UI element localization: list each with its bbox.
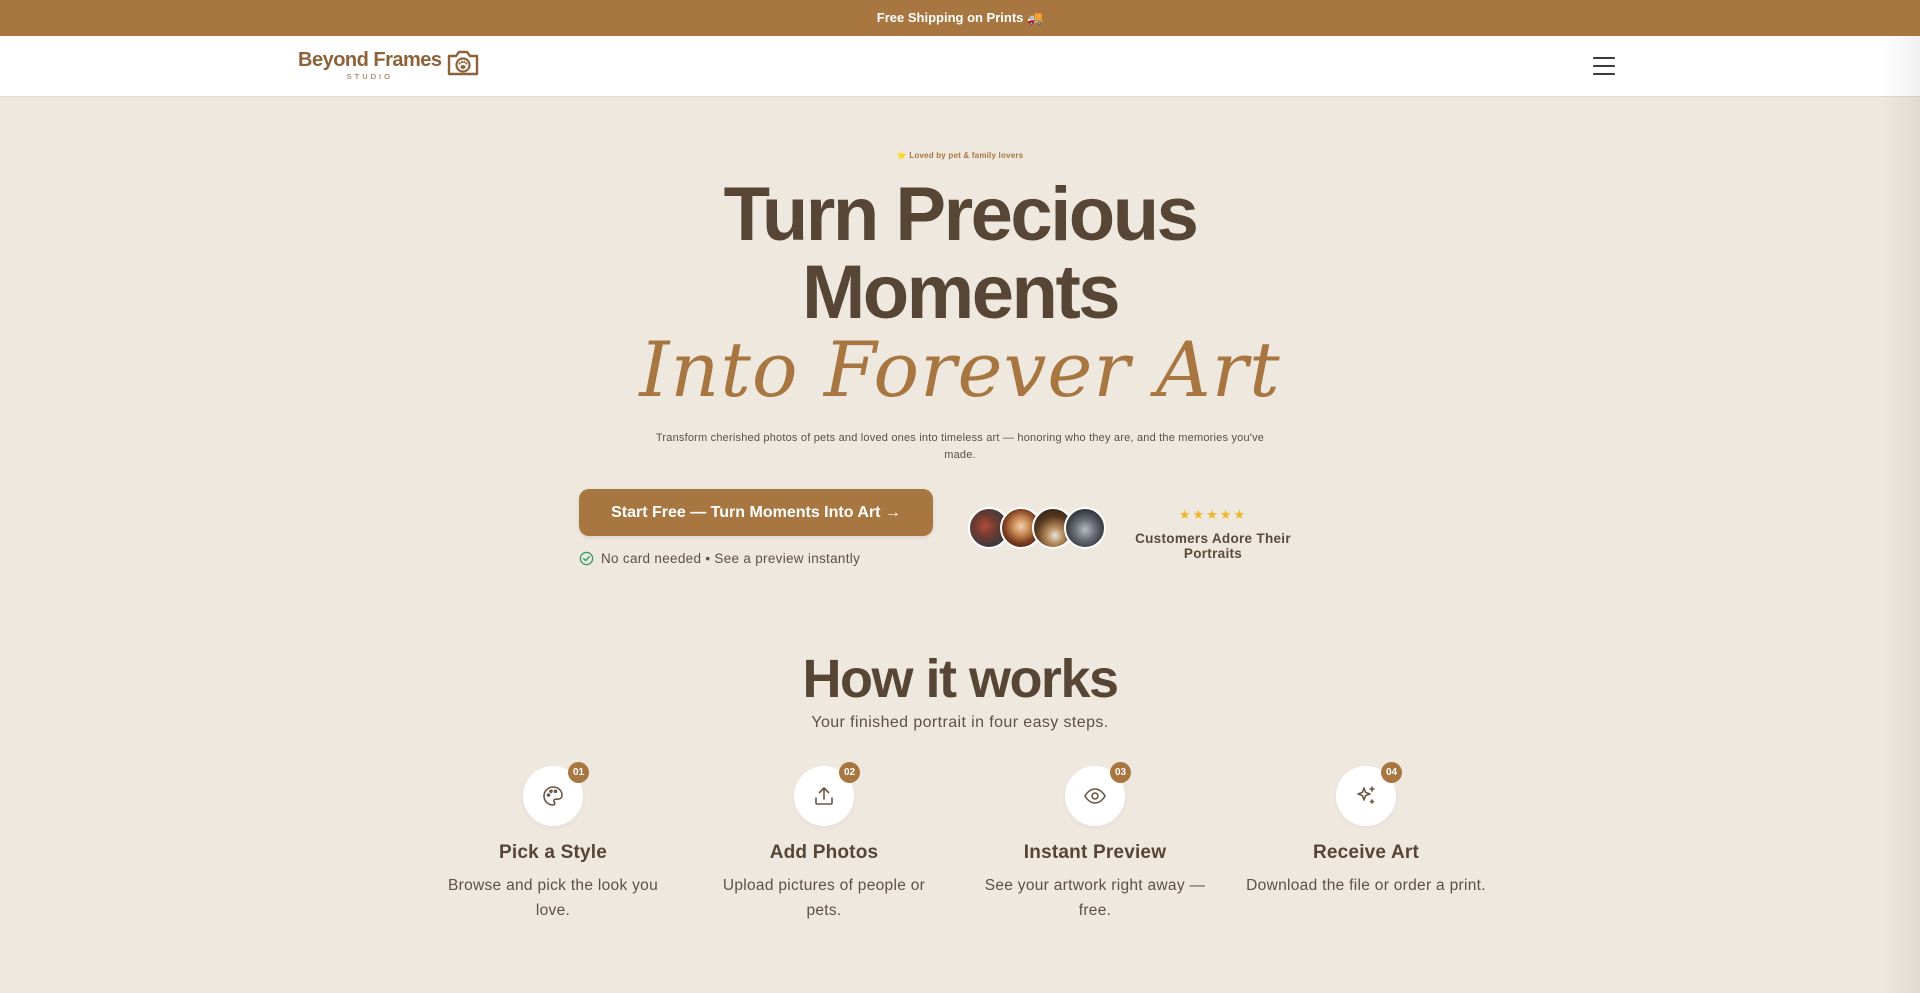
step-icon-circle: 02: [794, 762, 860, 826]
cta-note: No card needed • See a preview instantly: [579, 549, 860, 567]
step-description: Upload pictures of people or pets.: [722, 877, 926, 919]
how-it-works-subtitle: Your finished portrait in four easy step…: [811, 714, 1109, 731]
step-title: Add Photos: [769, 842, 879, 863]
announcement-bar: Free Shipping on Prints 🚚: [0, 0, 1920, 36]
logo-wordmark: Beyond Frames STUDIO: [298, 49, 442, 81]
reviews-summary: ★★★★★ Customers Adore Their Portraits: [1118, 507, 1308, 561]
hero-badge: ⭐ Loved by pet & family lovers: [896, 151, 1024, 160]
step-title: Receive Art: [1312, 842, 1420, 863]
logo[interactable]: Beyond Frames STUDIO: [298, 49, 488, 85]
navbar: Beyond Frames STUDIO: [0, 36, 1920, 96]
step-number-badge: 02: [839, 762, 860, 783]
logo-main-text: Beyond Frames: [298, 49, 442, 71]
step-icon-circle: 01: [523, 762, 589, 826]
step-number-badge: 04: [1381, 762, 1402, 783]
step-icon-circle: 04: [1336, 762, 1402, 826]
avatar: [1064, 507, 1106, 549]
sparkles-icon: [1357, 786, 1375, 804]
eye-icon: [1084, 788, 1106, 804]
hero-title: Turn Precious Moments: [0, 176, 1920, 332]
step-add-photos: 02 Add Photos Upload pictures of people …: [704, 762, 944, 923]
camera-paw-icon: [446, 49, 480, 82]
announcement-text: Free Shipping on Prints 🚚: [876, 10, 1044, 25]
step-title: Instant Preview: [1023, 842, 1167, 863]
reviews-label: Customers Adore Their Portraits: [1135, 531, 1291, 561]
hero-title-line2: Moments: [801, 250, 1121, 335]
step-description: Browse and pick the look you love.: [447, 877, 658, 919]
check-circle-icon: [579, 551, 594, 565]
hero-title-line1: Turn Precious: [723, 172, 1199, 257]
cta-note-text: No card needed • See a preview instantly: [601, 550, 861, 566]
step-number-badge: 01: [568, 762, 589, 783]
palette-icon: [543, 786, 563, 806]
rating-stars: ★★★★★: [1178, 507, 1248, 522]
step-instant-preview: 03 Instant Preview See your artwork righ…: [975, 762, 1215, 923]
how-it-works-title: How it works: [802, 649, 1119, 709]
hero-subtitle: Transform cherished photos of pets and l…: [655, 432, 1265, 461]
step-icon-circle: 03: [1065, 762, 1131, 826]
step-title: Pick a Style: [498, 842, 608, 863]
hero-title-italic: Into Forever Art: [639, 325, 1281, 414]
hamburger-menu-icon[interactable]: [1593, 57, 1615, 75]
step-pick-style: 01 Pick a Style Browse and pick the look…: [433, 762, 673, 923]
step-number-badge: 03: [1110, 762, 1131, 783]
logo-sub-text: STUDIO: [346, 72, 393, 81]
start-free-button[interactable]: Start Free — Turn Moments Into Art →: [579, 489, 933, 536]
customer-avatars: [968, 507, 1108, 549]
upload-icon: [815, 787, 833, 805]
step-description: Download the file or order a print.: [1246, 877, 1486, 894]
step-receive-art: 04 Receive Art Download the file or orde…: [1246, 762, 1486, 898]
step-description: See your artwork right away — free.: [984, 877, 1206, 919]
